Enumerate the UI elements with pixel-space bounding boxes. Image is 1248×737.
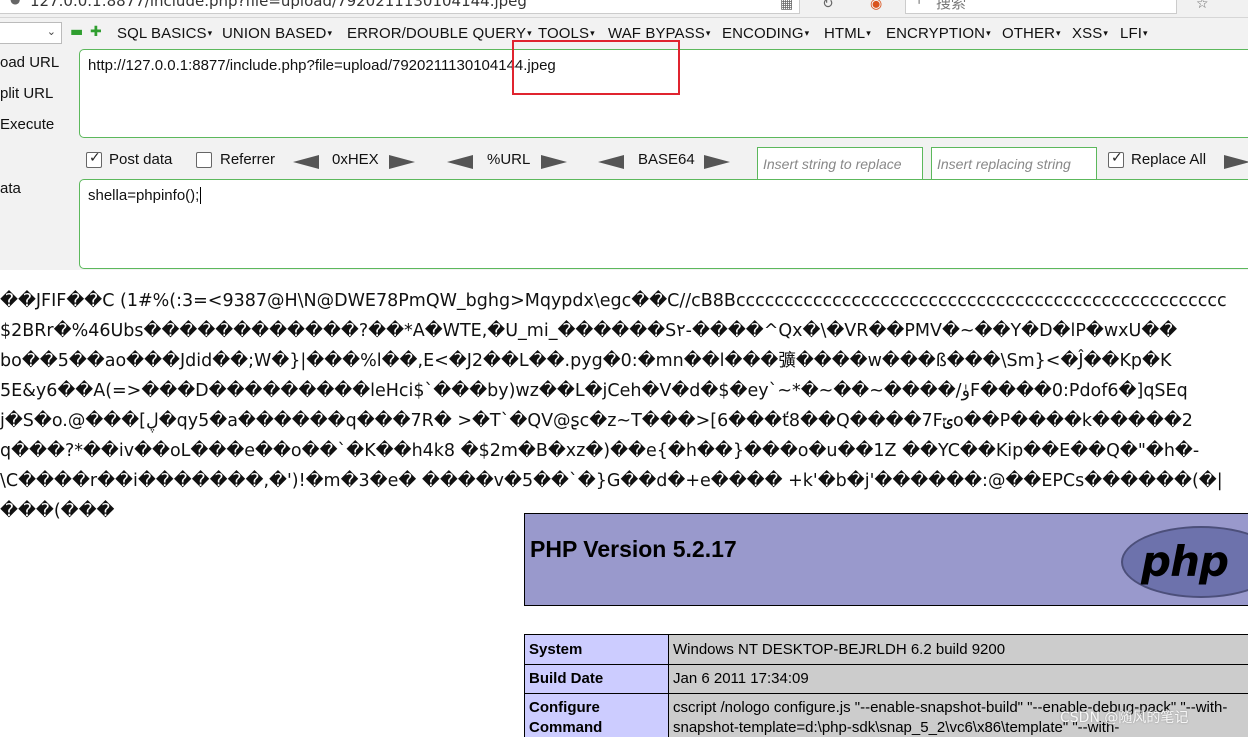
check-icon: ✓ bbox=[89, 150, 101, 166]
replacing-placeholder: Insert replacing string bbox=[937, 156, 1071, 172]
caret-icon: ▾ bbox=[1103, 28, 1108, 38]
hex-decode-arrow-icon[interactable] bbox=[293, 155, 319, 169]
search-box[interactable]: ⚲ 搜索 bbox=[905, 0, 1177, 14]
address-bar[interactable]: ● 127.0.0.1:8877/include.php?file=upload… bbox=[0, 0, 800, 14]
row-label: Configure Command bbox=[524, 693, 669, 737]
caret-icon: ▾ bbox=[327, 28, 333, 38]
menu-label: SQL BASICS bbox=[117, 25, 207, 42]
output-line: 5E&y6��A(=>���D���������leHci$`���by)wz�… bbox=[0, 381, 1188, 401]
check-icon: ✓ bbox=[1111, 150, 1123, 166]
phpinfo-header: PHP Version 5.2.17 php bbox=[524, 513, 1248, 606]
row-value: Jan 6 2011 17:34:09 bbox=[668, 664, 1248, 694]
caret-icon: ▾ bbox=[1056, 28, 1061, 38]
split-url-button[interactable]: plit URL bbox=[0, 85, 53, 102]
php-version-title: PHP Version 5.2.17 bbox=[530, 536, 737, 562]
caret-icon: ▾ bbox=[705, 28, 711, 38]
menu-label: LFI bbox=[1120, 25, 1142, 42]
hex-label: 0xHEX bbox=[332, 151, 379, 168]
referrer-label: Referrer bbox=[220, 151, 276, 168]
options-row: ✓ Post data Referrer 0xHEX %URL BASE64 I… bbox=[0, 146, 1248, 181]
search-placeholder: 搜索 bbox=[936, 0, 967, 12]
replace-all-label: Replace All bbox=[1131, 151, 1207, 168]
load-dropdown[interactable]: ⌄ bbox=[0, 22, 62, 44]
table-row: System Windows NT DESKTOP-BEJRLDH 6.2 bu… bbox=[524, 634, 1248, 665]
menu-lfi[interactable]: LFI▾ bbox=[1120, 25, 1148, 42]
menu-label: OTHER bbox=[1002, 25, 1055, 42]
caret-icon: ▾ bbox=[1142, 28, 1148, 38]
text-cursor bbox=[200, 187, 202, 204]
output-line: $2BRr�%46Ubs������������?��*A�WTE,�U_mi_… bbox=[0, 321, 1178, 341]
row-label: Build Date bbox=[524, 664, 669, 694]
output-line: ��JFIF��C (1#%(:3=<9387@H\N@DWE78PmQW_bg… bbox=[0, 291, 1227, 311]
minus-icon[interactable]: ▬ bbox=[70, 25, 83, 39]
browser-logo-icon[interactable]: ◉ bbox=[870, 0, 886, 12]
url-value: http://127.0.0.1:8877/include.php?file=u… bbox=[88, 57, 556, 74]
caret-icon: ▾ bbox=[207, 28, 213, 38]
page-icon: ● bbox=[10, 0, 22, 6]
base64-label: BASE64 bbox=[638, 151, 695, 168]
menu-label: UNION BASED bbox=[222, 25, 327, 42]
caret-icon: ▾ bbox=[590, 28, 595, 38]
chevron-down-icon: ⌄ bbox=[46, 25, 56, 38]
output-line: bo��5��ao���Jdid��;W�}|���%l��,E<�J2��L�… bbox=[0, 351, 1172, 371]
output-line: q���?*��iv��oL���e��o��`�K��h4k8 �$2m�B�… bbox=[0, 441, 1200, 461]
watermark: CSDN @随风的笔记 bbox=[1060, 710, 1189, 726]
menu-sql-basics[interactable]: SQL BASICS▾ bbox=[117, 25, 212, 42]
search-icon: ⚲ bbox=[914, 0, 924, 6]
base64-decode-arrow-icon[interactable] bbox=[598, 155, 624, 169]
caret-icon: ▾ bbox=[986, 28, 991, 38]
menu-other[interactable]: OTHER▾ bbox=[1002, 25, 1061, 42]
menu-error-double-query[interactable]: ERROR/DOUBLE QUERY▾ bbox=[347, 25, 532, 42]
menu-union-based[interactable]: UNION BASED▾ bbox=[222, 25, 332, 42]
menu-encoding[interactable]: ENCODING▾ bbox=[722, 25, 809, 42]
post-data-textarea[interactable]: shella=phpinfo(); bbox=[79, 179, 1248, 269]
plus-icon[interactable]: ✚ bbox=[90, 25, 102, 39]
menu-label: HTML bbox=[824, 25, 866, 42]
url-encode-arrow-icon[interactable] bbox=[541, 155, 567, 169]
menu-encryption[interactable]: ENCRYPTION▾ bbox=[886, 25, 991, 42]
referrer-checkbox[interactable] bbox=[196, 152, 212, 168]
post-data-value: shella=phpinfo(); bbox=[88, 187, 200, 204]
load-url-button[interactable]: oad URL bbox=[0, 54, 59, 71]
highlight-box bbox=[512, 40, 680, 95]
menu-label: ERROR/DOUBLE QUERY bbox=[347, 25, 527, 42]
php-logo[interactable]: php bbox=[1121, 526, 1248, 598]
output-line: j�S�o.@���[ڸ�qy5�a������q���7R� >�T`�QV@… bbox=[0, 411, 1193, 431]
caret-icon: ▾ bbox=[866, 28, 871, 38]
php-logo-text: php bbox=[1141, 537, 1229, 586]
raw-jpeg-output: ��JFIF��C (1#%(:3=<9387@H\N@DWE78PmQW_bg… bbox=[0, 286, 1248, 526]
output-line: \C����r��i�������,�')!�m�3�e� ����v�5��`… bbox=[0, 471, 1223, 491]
execute-button[interactable]: Execute bbox=[0, 116, 54, 133]
replacing-string-input[interactable]: Insert replacing string bbox=[931, 147, 1097, 181]
table-row: Build Date Jan 6 2011 17:34:09 bbox=[524, 664, 1248, 694]
replace-string-input[interactable]: Insert string to replace bbox=[757, 147, 923, 181]
address-text: 127.0.0.1:8877/include.php?file=upload/7… bbox=[30, 0, 527, 10]
browser-toolbar: ● 127.0.0.1:8877/include.php?file=upload… bbox=[0, 0, 1248, 18]
replace-arrow-icon[interactable] bbox=[1224, 155, 1248, 169]
menu-xss[interactable]: XSS▾ bbox=[1072, 25, 1108, 42]
url-label: %URL bbox=[487, 151, 531, 168]
qr-icon[interactable]: ▦ bbox=[780, 0, 796, 12]
row-value: Windows NT DESKTOP-BEJRLDH 6.2 build 920… bbox=[668, 634, 1248, 665]
hex-encode-arrow-icon[interactable] bbox=[389, 155, 415, 169]
menu-label: ENCRYPTION bbox=[886, 25, 986, 42]
base64-encode-arrow-icon[interactable] bbox=[704, 155, 730, 169]
url-decode-arrow-icon[interactable] bbox=[447, 155, 473, 169]
menu-label: ENCODING bbox=[722, 25, 804, 42]
menu-html[interactable]: HTML▾ bbox=[824, 25, 871, 42]
post-data-checkbox[interactable]: ✓ bbox=[86, 150, 102, 168]
post-data-label: Post data bbox=[109, 151, 173, 168]
caret-icon: ▾ bbox=[527, 28, 532, 38]
replace-placeholder: Insert string to replace bbox=[763, 156, 902, 172]
bookmark-star-icon[interactable]: ☆ bbox=[1196, 0, 1212, 12]
post-data-side-label: ata bbox=[0, 180, 21, 197]
row-label: System bbox=[524, 634, 669, 665]
menu-label: XSS bbox=[1072, 25, 1103, 42]
reload-icon[interactable]: ↻ bbox=[822, 0, 838, 12]
caret-icon: ▾ bbox=[804, 28, 810, 38]
replace-all-checkbox[interactable]: ✓ bbox=[1108, 150, 1124, 168]
